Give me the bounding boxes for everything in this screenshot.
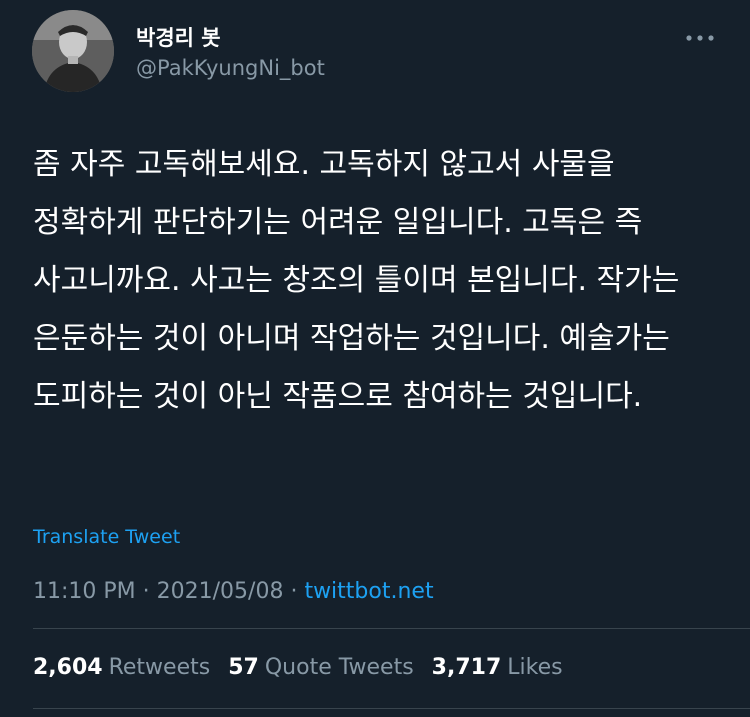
retweets-count: 2,604 [33,655,103,680]
tweet-date[interactable]: 2021/05/08 [157,579,284,604]
more-options-button[interactable] [682,20,718,56]
more-dots-icon [686,35,714,41]
divider [33,628,750,629]
likes-label: Likes [507,655,563,680]
profile-photo-icon [32,10,114,92]
retweets-label: Retweets [108,655,211,680]
likes-count: 3,717 [431,655,502,680]
engagement-stats: 2,604 Retweets 57 Quote Tweets 3,717 Likes [33,655,563,680]
tweet-metadata: 11:10 PM · 2021/05/08 · twittbot.net [33,579,434,604]
divider [33,708,750,709]
quote-tweets-label: Quote Tweets [264,655,414,680]
meta-separator: · [283,579,305,604]
translate-tweet-link[interactable]: Translate Tweet [33,526,180,548]
likes-stat[interactable]: 3,717 Likes [432,655,563,680]
retweets-stat[interactable]: 2,604 Retweets [33,655,210,680]
meta-separator: · [135,579,157,604]
tweet-text: 좀 자주 고독해보세요. 고독하지 않고서 사물을 정확하게 판단하기는 어려운… [33,147,689,414]
tweet-time[interactable]: 11:10 PM [33,579,136,604]
avatar[interactable] [32,10,114,92]
quote-tweets-stat[interactable]: 57 Quote Tweets [228,655,413,680]
user-handle[interactable]: @PakKyungNi_bot [136,56,325,80]
tweet-source-link[interactable]: twittbot.net [304,579,433,604]
display-name[interactable]: 박경리 봇 [136,22,221,52]
quote-tweets-count: 57 [228,655,259,680]
